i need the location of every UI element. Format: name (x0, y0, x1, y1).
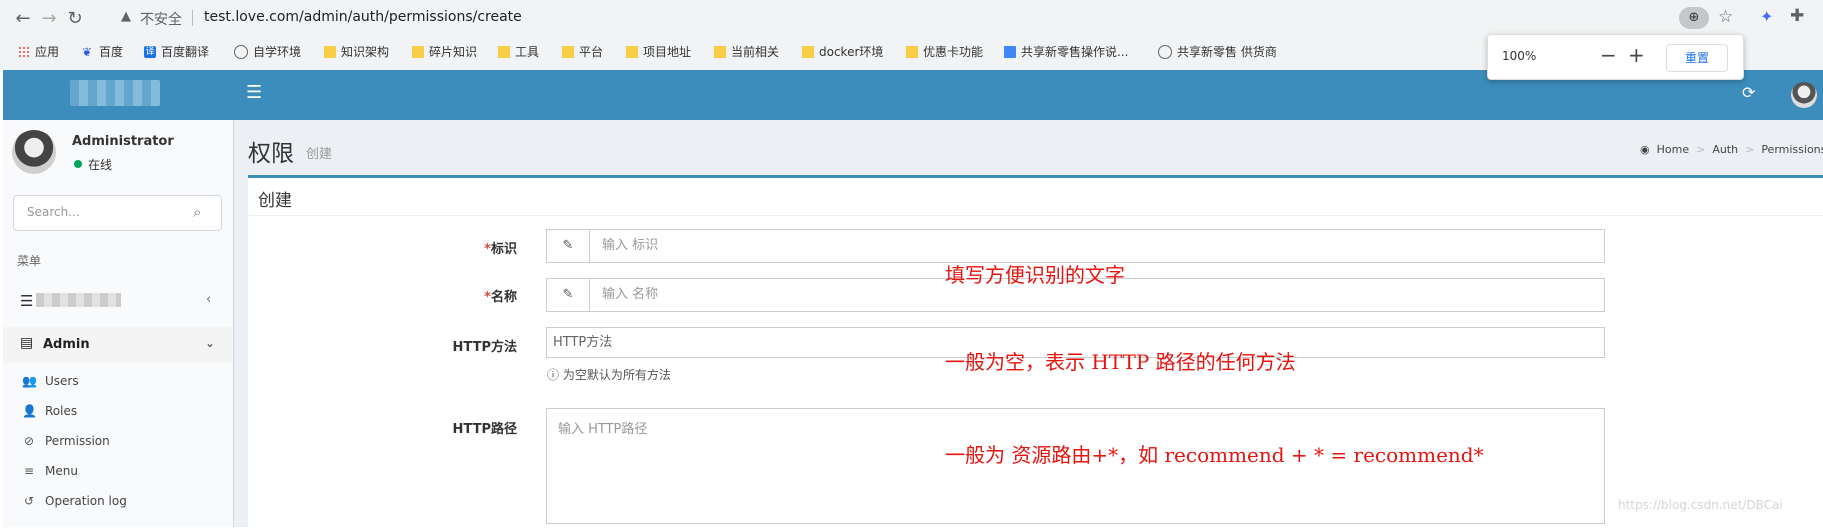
folder-icon (498, 45, 510, 58)
slug-input[interactable]: 输入 标识 (590, 229, 1605, 263)
zoom-reset-button[interactable]: 重置 (1666, 44, 1728, 72)
folder-icon (802, 45, 814, 58)
folder-icon (906, 45, 918, 58)
slug-label: *标识 (484, 242, 517, 257)
logo (70, 80, 160, 106)
bookmark-item[interactable]: 碎片知识 (412, 43, 477, 60)
bookmark-item[interactable]: 当前相关 (714, 43, 779, 60)
annotation-method: 一般为空，表示 HTTP 路径的任何方法 (945, 350, 1296, 374)
menu-header: 菜单 (17, 254, 42, 268)
globe-icon (1158, 44, 1172, 59)
user-icon: 👤 (22, 404, 37, 418)
reload-icon[interactable]: ↻ (62, 6, 88, 32)
sidebar-item-permission[interactable]: ⊘ Permission (22, 434, 110, 448)
ban-icon: ⊘ (23, 434, 35, 448)
bars-icon: ☰ (20, 292, 34, 310)
security-label[interactable]: 不安全 (140, 9, 182, 29)
folder-icon (626, 45, 638, 58)
address-separator (192, 10, 193, 26)
sidebar-item-menu[interactable]: ≡ Menu (22, 464, 78, 478)
bookmark-apps[interactable]: 应用 (18, 43, 59, 60)
breadcrumb-home[interactable]: Home (1657, 143, 1689, 156)
annotation-slug: 填写方便识别的文字 (945, 263, 1125, 287)
breadcrumb-permissions[interactable]: Permissions (1761, 143, 1823, 156)
breadcrumb: ◉ Home > Auth > Permissions (1640, 143, 1823, 156)
breadcrumb-separator: > (1696, 143, 1706, 156)
chevron-left-icon[interactable]: ‹ (206, 292, 211, 307)
refresh-icon[interactable]: ⟳ (1742, 83, 1755, 102)
annotation-path: 一般为 资源路由+*，如 recommend + * = recommend* (945, 443, 1484, 467)
list-icon: ≡ (23, 464, 35, 478)
bookmark-item[interactable]: 译百度翻译 (144, 43, 209, 60)
bookmark-item[interactable]: 优惠卡功能 (906, 43, 983, 60)
bookmark-item[interactable]: 共享新零售 供货商 (1158, 43, 1277, 60)
search-icon[interactable]: ⌕ (193, 203, 201, 221)
users-icon: 👥 (22, 374, 37, 388)
page-title: 权限 (248, 141, 294, 167)
required-mark: * (484, 290, 491, 305)
back-icon[interactable]: ← (10, 6, 36, 32)
bookmark-item[interactable]: 共享新零售操作说... (1004, 43, 1128, 60)
name-label: *名称 (484, 290, 517, 305)
bookmark-item[interactable]: 自学环境 (234, 43, 301, 60)
box-divider (248, 215, 1823, 216)
http-path-placeholder: 输入 HTTP路径 (558, 422, 648, 437)
globe-icon (234, 44, 248, 59)
sidebar-item-obscured[interactable] (36, 293, 121, 307)
bookmark-item[interactable]: 知识架构 (324, 43, 389, 60)
translate-icon: 译 (144, 45, 156, 58)
user-avatar (12, 130, 56, 174)
bookmark-star-icon[interactable]: ☆ (1718, 7, 1733, 27)
folder-icon (714, 45, 726, 58)
zoom-in-button[interactable]: + (1628, 43, 1645, 67)
history-icon: ↺ (23, 494, 35, 508)
required-mark: * (484, 242, 491, 257)
breadcrumb-auth[interactable]: Auth (1712, 143, 1738, 156)
bookmark-item[interactable]: 项目地址 (626, 43, 691, 60)
box-title: 创建 (258, 191, 292, 211)
pencil-icon: ✎ (546, 278, 590, 312)
forward-icon[interactable]: → (36, 6, 62, 32)
bookmark-item[interactable]: 平台 (562, 43, 603, 60)
warning-icon: ▲ (121, 9, 131, 24)
avatar[interactable] (1791, 82, 1817, 108)
online-status-icon (74, 160, 82, 168)
dashboard-icon: ◉ (1640, 143, 1650, 156)
sidebar-item-users[interactable]: 👥 Users (22, 374, 79, 388)
breadcrumb-separator: > (1745, 143, 1755, 156)
bookmark-item[interactable]: ❦ 百度 (82, 43, 123, 60)
pencil-icon: ✎ (546, 229, 590, 263)
sidebar-item-roles[interactable]: 👤 Roles (22, 404, 77, 418)
puzzle-icon[interactable]: ✚ (1790, 6, 1804, 26)
zoom-popup: 100% − + 重置 (1487, 34, 1744, 80)
zoom-icon[interactable]: ⊕ (1679, 7, 1709, 29)
page-subtitle: 创建 (306, 147, 333, 162)
watermark: https://blog.csdn.net/DBCai (1618, 498, 1783, 512)
zoom-level: 100% (1502, 49, 1537, 63)
folder-icon (412, 45, 424, 58)
http-path-label: HTTP路径 (452, 422, 517, 437)
http-method-label: HTTP方法 (452, 340, 517, 355)
doc-icon (1004, 45, 1016, 58)
sidebar-item-admin[interactable] (3, 327, 232, 363)
sidebar-item-operation-log[interactable]: ↺ Operation log (22, 494, 127, 508)
search-placeholder: Search... (27, 205, 80, 219)
user-name: Administrator (72, 134, 174, 149)
info-icon: ⓘ (547, 368, 563, 382)
paw-icon: ❦ (82, 44, 93, 59)
zoom-out-button[interactable]: − (1600, 43, 1617, 67)
hamburger-icon[interactable]: ☰ (246, 82, 262, 103)
folder-icon (324, 45, 336, 58)
sidebar-item-admin-label: Admin (43, 337, 90, 352)
tasks-icon: ▤ (20, 335, 34, 351)
online-status-label: 在线 (88, 158, 113, 172)
extension-icon[interactable]: ✦ (1760, 7, 1773, 26)
folder-icon (562, 45, 574, 58)
bookmark-item[interactable]: 工具 (498, 43, 539, 60)
chevron-down-icon[interactable]: ⌄ (205, 336, 215, 350)
url-text[interactable]: test.love.com/admin/auth/permissions/cre… (204, 9, 522, 25)
apps-grid-icon (18, 45, 30, 58)
bookmark-item[interactable]: docker环境 (802, 43, 883, 60)
method-help: ⓘ 为空默认为所有方法 (547, 368, 671, 382)
